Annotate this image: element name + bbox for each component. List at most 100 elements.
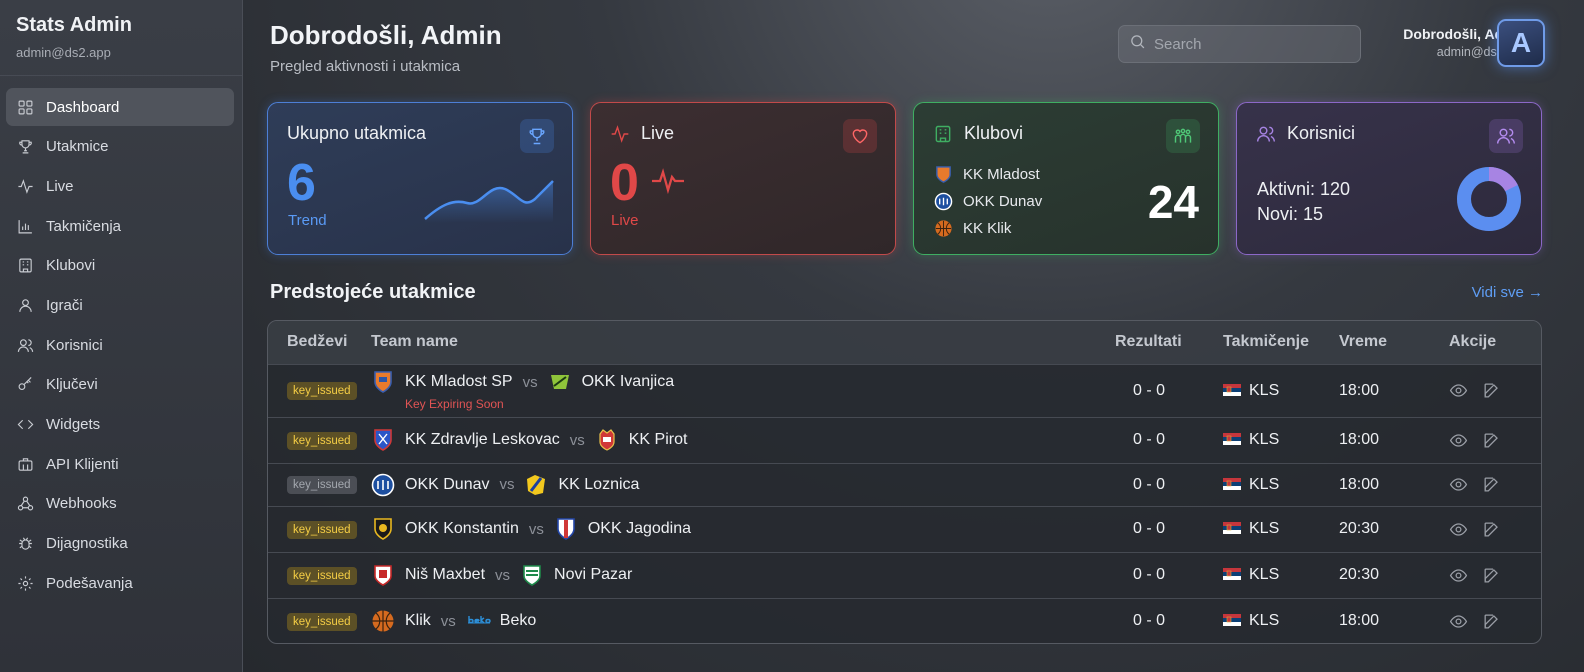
view-icon[interactable]	[1449, 475, 1468, 494]
search-input[interactable]	[1154, 35, 1354, 53]
row-actions	[1449, 475, 1541, 494]
col-header-team[interactable]: Team name	[371, 321, 1115, 364]
bar-chart-icon	[16, 217, 34, 235]
col-header-competition[interactable]: Takmičenje	[1223, 321, 1339, 364]
view-icon[interactable]	[1449, 381, 1468, 400]
sidebar-item-igraci[interactable]: Igrači	[6, 286, 234, 324]
home-team[interactable]: KK Zdravlje Leskovac	[405, 431, 560, 449]
vs-label: vs	[528, 520, 544, 538]
circle-logo-icon	[934, 192, 953, 211]
edit-icon[interactable]	[1482, 566, 1501, 585]
card-users[interactable]: Korisnici Aktivni: 120 Novi: 15	[1236, 102, 1542, 255]
away-team[interactable]: Novi Pazar	[554, 566, 632, 584]
sidebar-item-api-klijenti[interactable]: API Klijenti	[6, 445, 234, 483]
shield-logo-icon	[934, 165, 953, 184]
competition-name: KLS	[1249, 381, 1280, 399]
edit-icon[interactable]	[1482, 475, 1501, 494]
crest-logo-icon	[595, 428, 619, 452]
sidebar-email: admin@ds2.app	[16, 45, 111, 60]
vs-label: vs	[499, 476, 515, 493]
avatar[interactable]: A	[1497, 19, 1545, 67]
live-value: 0	[610, 154, 639, 212]
serbia-flag-icon	[1223, 567, 1241, 580]
club-item[interactable]: KK Klik	[934, 215, 1042, 242]
edit-icon[interactable]	[1482, 431, 1501, 450]
sidebar-item-label: Dijagnostika	[46, 535, 128, 553]
away-team[interactable]: OKK Jagodina	[588, 520, 691, 538]
view-all-link[interactable]: Vidi sve →	[1472, 284, 1543, 301]
status-badge: key_issued	[287, 612, 357, 631]
sidebar-item-widgets[interactable]: Widgets	[6, 406, 234, 444]
col-header-result[interactable]: Rezultati	[1115, 321, 1223, 364]
grid-icon	[16, 98, 34, 116]
match-result: 0 - 0	[1132, 612, 1165, 630]
sidebar-item-utakmice[interactable]: Utakmice	[6, 128, 234, 166]
club-name: OKK Dunav	[963, 193, 1043, 210]
card-live[interactable]: Live 0 Live	[590, 102, 896, 255]
card-title: Ukupno utakmica	[287, 123, 427, 143]
sidebar-item-label: Live	[46, 177, 74, 195]
beko-logo-icon	[466, 609, 492, 633]
sidebar-item-label: Webhooks	[46, 495, 117, 513]
live-label: Live	[611, 212, 639, 229]
card-title-row: Klubovi	[933, 123, 1199, 144]
building-icon	[16, 257, 34, 275]
card-clubs[interactable]: Klubovi KK Mladost OKK Dunav KK Klik 24	[913, 102, 1219, 255]
shield-logo-icon	[371, 370, 395, 394]
serbia-flag-icon	[1223, 613, 1241, 627]
home-team[interactable]: Klik	[405, 612, 431, 630]
away-team[interactable]: KK Pirot	[629, 431, 688, 449]
sidebar-item-kljucevi[interactable]: Ključevi	[6, 366, 234, 404]
sidebar-item-webhooks[interactable]: Webhooks	[6, 485, 234, 523]
sidebar-item-dijagnostika[interactable]: Dijagnostika	[6, 525, 234, 563]
view-icon[interactable]	[1449, 520, 1468, 539]
ball-logo-icon	[934, 219, 953, 238]
match-result: 0 - 0	[1132, 566, 1165, 583]
home-team[interactable]: OKK Konstantin	[405, 520, 519, 538]
sidebar-item-podesavanja[interactable]: Podešavanja	[6, 564, 234, 602]
shield-logo-icon	[554, 517, 578, 541]
table-row[interactable]: key_issued OKK Dunav vs KK Loznica 0 - 0…	[268, 463, 1541, 506]
active-users: Aktivni: 120	[1257, 179, 1351, 199]
table-row[interactable]: key_issued OKK Konstantin vs OKK Jagodin…	[268, 506, 1541, 552]
col-header-time[interactable]: Vreme	[1339, 321, 1449, 364]
sidebar-item-label: Utakmice	[46, 138, 109, 156]
sidebar-item-dashboard[interactable]: Dashboard	[6, 88, 234, 126]
sidebar-item-takmicenja[interactable]: Takmičenja	[6, 207, 234, 245]
table-row[interactable]: key_issued KK Mladost SP vs OKK Ivanjica…	[268, 364, 1541, 417]
view-icon[interactable]	[1449, 612, 1468, 631]
match-result: 0 - 0	[1132, 475, 1165, 493]
sidebar-item-klubovi[interactable]: Klubovi	[6, 247, 234, 285]
match-time: 18:00	[1339, 431, 1380, 448]
club-item[interactable]: KK Mladost	[934, 161, 1042, 188]
search-box[interactable]	[1118, 25, 1361, 63]
home-team[interactable]: Niš Maxbet	[405, 566, 485, 584]
away-team[interactable]: OKK Ivanjica	[582, 373, 674, 391]
away-team[interactable]: KK Loznica	[558, 476, 639, 494]
view-icon[interactable]	[1449, 566, 1468, 585]
page-title: Dobrodošli, Admin	[270, 20, 502, 50]
view-icon[interactable]	[1449, 431, 1468, 450]
clubs-count: 24	[1147, 176, 1199, 228]
card-total-matches[interactable]: Ukupno utakmica 6 Trend	[267, 102, 573, 255]
edit-icon[interactable]	[1482, 520, 1501, 539]
away-team[interactable]: Beko	[500, 612, 536, 630]
code-icon	[16, 416, 34, 434]
users-stats: Aktivni: 120 Novi: 15	[1257, 177, 1350, 227]
users-icon	[1256, 126, 1276, 142]
edit-icon[interactable]	[1482, 381, 1501, 400]
sidebar-item-live[interactable]: Live	[6, 167, 234, 205]
row-actions	[1449, 520, 1541, 539]
col-header-badges[interactable]: Bedževi	[268, 321, 371, 364]
edit-icon[interactable]	[1482, 612, 1501, 631]
table-row[interactable]: key_issued Klik vs Beko 0 - 0 KLS 18:00	[268, 598, 1541, 643]
table-row[interactable]: key_issued Niš Maxbet vs Novi Pazar 0 - …	[268, 552, 1541, 598]
competition-cell: KLS	[1223, 417, 1339, 463]
club-item[interactable]: OKK Dunav	[934, 188, 1042, 215]
home-team[interactable]: KK Mladost SP	[405, 373, 513, 391]
sidebar-item-korisnici[interactable]: Korisnici	[6, 326, 234, 364]
home-team[interactable]: OKK Dunav	[405, 476, 489, 494]
sidebar-item-label: Korisnici	[46, 336, 103, 354]
table-row[interactable]: key_issued KK Zdravlje Leskovac vs KK Pi…	[268, 417, 1541, 463]
shield-logo-icon	[371, 428, 395, 452]
